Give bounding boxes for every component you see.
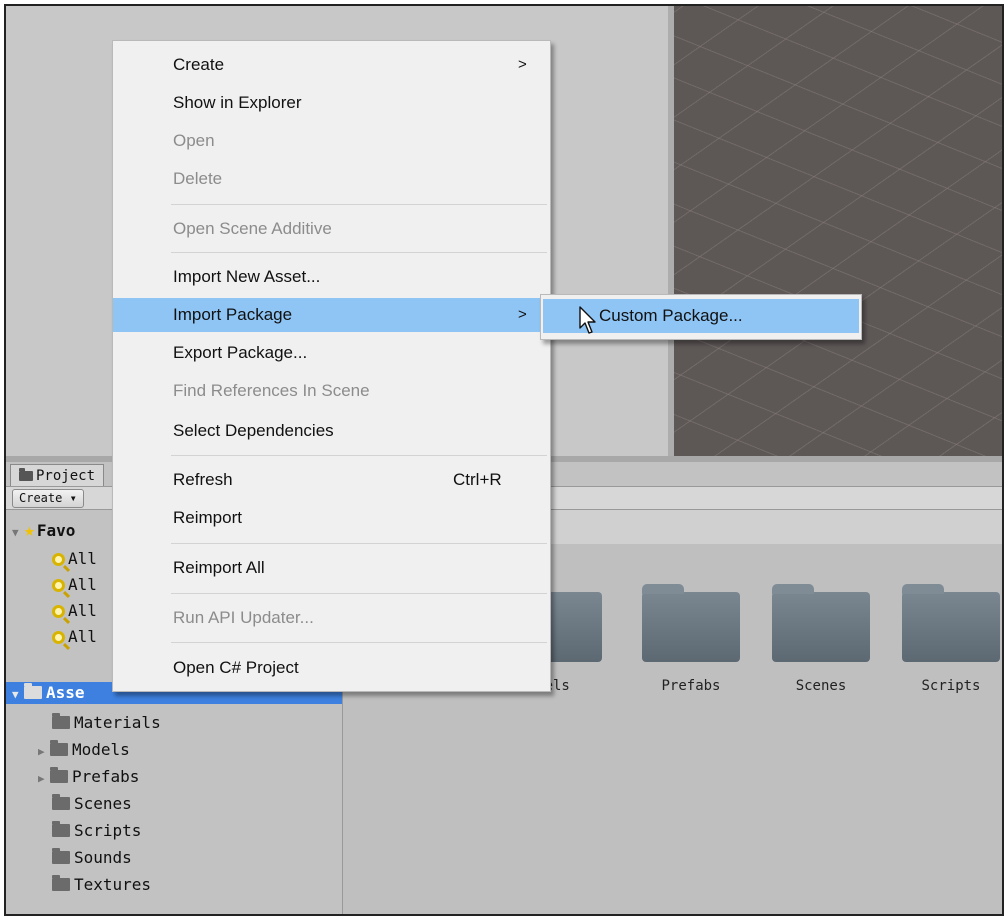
- folder-icon: [772, 584, 870, 662]
- menu-separator: [171, 642, 547, 643]
- favorites-item[interactable]: All: [52, 626, 97, 648]
- menu-item-delete[interactable]: Delete: [113, 164, 550, 194]
- folder-icon: [19, 468, 33, 481]
- folder-icon: [50, 740, 68, 756]
- search-icon: [52, 579, 65, 592]
- tree-item-scenes[interactable]: Scenes: [52, 793, 132, 815]
- menu-item-label: Refresh: [173, 470, 233, 489]
- favorites-item[interactable]: All: [52, 574, 97, 596]
- create-button[interactable]: Create ▾: [12, 489, 84, 508]
- favorites-label: Favo: [36, 521, 76, 540]
- folder-icon: [902, 584, 1000, 662]
- favorites-item-label: All: [68, 549, 97, 568]
- menu-separator: [171, 593, 547, 594]
- menu-item-label: Select Dependencies: [173, 421, 334, 440]
- submenu-arrow-icon: >: [518, 56, 527, 73]
- folder-icon: [52, 875, 70, 891]
- tree-item-label: Scenes: [74, 794, 132, 813]
- menu-item-shortcut: Ctrl+R: [453, 470, 502, 489]
- menu-item-import-new-asset[interactable]: Import New Asset...: [113, 262, 550, 292]
- expand-arrow-icon[interactable]: ▶: [38, 768, 50, 790]
- menu-item-reimport-all[interactable]: Reimport All: [113, 553, 550, 583]
- tree-item-label: Materials: [74, 713, 161, 732]
- expand-arrow-icon[interactable]: ▶: [38, 741, 50, 763]
- tree-item-label: Sounds: [74, 848, 132, 867]
- tree-item-models[interactable]: ▶ Models: [38, 739, 130, 761]
- menu-item-label: Find References In Scene: [173, 381, 370, 400]
- folder-icon: [52, 713, 70, 729]
- favorites-item[interactable]: All: [52, 600, 97, 622]
- asset-label: Scripts: [921, 678, 981, 694]
- context-menu: Create > Show in Explorer Open Delete Ope…: [112, 40, 551, 692]
- tree-item-label: Prefabs: [72, 767, 140, 786]
- menu-item-open-scene-additive[interactable]: Open Scene Additive: [113, 214, 550, 244]
- asset-label: Scenes: [795, 678, 847, 694]
- menu-item-label: Show in Explorer: [173, 93, 302, 112]
- tree-item-textures[interactable]: Textures: [52, 874, 151, 896]
- menu-item-label: Open C# Project: [173, 658, 299, 677]
- asset-folder-prefabs[interactable]: Prefabs: [641, 584, 741, 694]
- menu-item-label: Open: [173, 131, 215, 150]
- scene-view[interactable]: [674, 6, 1002, 456]
- favorites-row[interactable]: ▼ ★ Favo: [12, 520, 75, 542]
- expand-arrow-icon[interactable]: ▼: [12, 684, 24, 706]
- menu-item-label: Run API Updater...: [173, 608, 314, 627]
- menu-item-reimport[interactable]: Reimport: [113, 503, 550, 533]
- folder-icon: [642, 584, 740, 662]
- menu-item-open-csharp-project[interactable]: Open C# Project: [113, 653, 550, 683]
- menu-item-label: Open Scene Additive: [173, 219, 332, 238]
- tree-item-label: Textures: [74, 875, 152, 894]
- asset-label: Prefabs: [661, 678, 721, 694]
- menu-item-label: Export Package...: [173, 343, 308, 362]
- menu-item-run-api-updater[interactable]: Run API Updater...: [113, 603, 550, 633]
- menu-separator: [171, 252, 547, 253]
- folder-icon: [24, 683, 42, 699]
- tree-item-scripts[interactable]: Scripts: [52, 820, 141, 842]
- asset-folder-scenes[interactable]: Scenes: [771, 584, 871, 694]
- folder-icon: [52, 794, 70, 810]
- menu-item-label: Reimport All: [173, 558, 265, 577]
- assets-label: Asse: [46, 683, 85, 702]
- expand-arrow-icon[interactable]: ▼: [12, 522, 24, 544]
- search-icon: [52, 631, 65, 644]
- search-icon: [52, 605, 65, 618]
- menu-item-select-dependencies[interactable]: Select Dependencies: [113, 416, 550, 446]
- folder-icon: [50, 767, 68, 783]
- project-tab-label: Project: [36, 468, 96, 484]
- menu-item-label: Delete: [173, 169, 223, 188]
- mouse-pointer-icon: [579, 306, 596, 334]
- menu-item-find-references[interactable]: Find References In Scene: [113, 376, 550, 406]
- menu-separator: [171, 204, 547, 205]
- menu-item-label: Import New Asset...: [173, 267, 321, 286]
- folder-icon: [52, 848, 70, 864]
- tree-item-prefabs[interactable]: ▶ Prefabs: [38, 766, 139, 788]
- menu-separator: [171, 543, 547, 544]
- favorites-item-label: All: [68, 627, 97, 646]
- menu-item-create[interactable]: Create >: [113, 50, 550, 80]
- tree-item-label: Scripts: [74, 821, 142, 840]
- breadcrumb-bar: [546, 510, 1002, 545]
- menu-item-import-package[interactable]: Import Package >: [113, 298, 550, 332]
- menu-item-open[interactable]: Open: [113, 126, 550, 156]
- tree-item-sounds[interactable]: Sounds: [52, 847, 132, 869]
- menu-separator: [171, 455, 547, 456]
- tree-item-label: Models: [72, 740, 130, 759]
- menu-item-label: Create: [173, 55, 225, 74]
- menu-item-label: Custom Package...: [599, 306, 743, 325]
- star-icon: ★: [24, 520, 35, 541]
- favorites-item-label: All: [68, 601, 97, 620]
- submenu-arrow-icon: >: [518, 306, 527, 323]
- search-icon: [52, 553, 65, 566]
- project-tab[interactable]: Project: [10, 464, 105, 486]
- tree-item-materials[interactable]: Materials: [52, 712, 161, 734]
- menu-item-label: Reimport: [173, 508, 242, 527]
- folder-icon: [52, 821, 70, 837]
- menu-item-export-package[interactable]: Export Package...: [113, 338, 550, 368]
- favorites-item-label: All: [68, 575, 97, 594]
- favorites-item[interactable]: All: [52, 548, 97, 570]
- menu-item-show-in-explorer[interactable]: Show in Explorer: [113, 88, 550, 118]
- menu-item-refresh[interactable]: Refresh Ctrl+R: [113, 465, 550, 495]
- menu-item-label: Import Package: [173, 305, 293, 324]
- asset-folder-scripts[interactable]: Scripts: [901, 584, 1001, 694]
